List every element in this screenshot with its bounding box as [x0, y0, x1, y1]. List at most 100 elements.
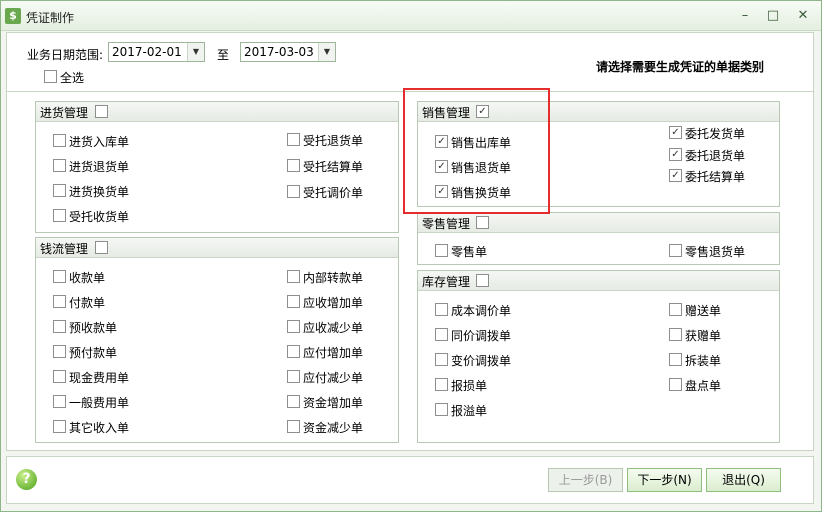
exit-button[interactable]: 退出(Q) — [706, 468, 781, 492]
item-checkbox[interactable] — [287, 320, 300, 333]
item-checkbox[interactable] — [435, 403, 448, 416]
date-range-label: 业务日期范围: — [27, 48, 104, 62]
item-label: 委托结算单 — [685, 170, 746, 184]
item-label: 拆装单 — [685, 354, 722, 368]
item-label: 受托收货单 — [69, 210, 130, 224]
cash-group: 钱流管理 — [35, 237, 399, 443]
select-all-checkbox[interactable] — [44, 70, 57, 83]
purchase-group-header: 进货管理 — [36, 102, 398, 122]
item-label: 进货入库单 — [69, 135, 130, 149]
item-checkbox[interactable] — [287, 270, 300, 283]
start-date-combo[interactable]: 2017-02-01 ▼ — [108, 42, 205, 62]
item-checkbox[interactable] — [53, 395, 66, 408]
item-label: 应收减少单 — [303, 321, 364, 335]
item-label: 变价调拨单 — [451, 354, 512, 368]
item-checkbox[interactable] — [435, 353, 448, 366]
item-checkbox[interactable] — [53, 270, 66, 283]
to-label: 至 — [217, 48, 230, 62]
item-checkbox[interactable] — [669, 169, 682, 182]
item-checkbox[interactable] — [287, 345, 300, 358]
purchase-group-checkbox[interactable] — [95, 105, 108, 118]
item-label: 同价调拨单 — [451, 329, 512, 343]
cash-group-title: 钱流管理 — [40, 242, 89, 256]
end-date-value: 2017-03-03 — [244, 45, 314, 59]
item-label: 受托结算单 — [303, 160, 364, 174]
retail-group-checkbox[interactable] — [476, 216, 489, 229]
app-bag-icon: $ — [5, 8, 21, 24]
item-label: 其它收入单 — [69, 421, 130, 435]
item-label: 内部转款单 — [303, 271, 364, 285]
item-checkbox[interactable] — [669, 328, 682, 341]
item-checkbox[interactable] — [435, 328, 448, 341]
chevron-down-icon[interactable]: ▼ — [318, 43, 335, 61]
item-label: 一般费用单 — [69, 396, 130, 410]
item-label: 收款单 — [69, 271, 106, 285]
item-label: 付款单 — [69, 296, 106, 310]
next-button[interactable]: 下一步(N) — [627, 468, 702, 492]
inventory-group-title: 库存管理 — [422, 275, 471, 289]
help-icon[interactable]: ? — [16, 469, 37, 490]
inventory-group-checkbox[interactable] — [476, 274, 489, 287]
item-label: 资金增加单 — [303, 396, 364, 410]
item-label: 盘点单 — [685, 379, 722, 393]
item-label: 报溢单 — [451, 404, 488, 418]
window-title: 凭证制作 — [26, 11, 75, 25]
purchase-group-title: 进货管理 — [40, 106, 89, 120]
item-checkbox[interactable] — [287, 370, 300, 383]
item-checkbox[interactable] — [669, 126, 682, 139]
item-checkbox[interactable] — [53, 159, 66, 172]
item-label: 成本调价单 — [451, 304, 512, 318]
item-checkbox[interactable] — [435, 378, 448, 391]
close-icon[interactable]: ✕ — [793, 7, 813, 25]
item-label: 受托退货单 — [303, 134, 364, 148]
item-checkbox[interactable] — [669, 353, 682, 366]
item-label: 预收款单 — [69, 321, 118, 335]
item-checkbox[interactable] — [53, 134, 66, 147]
item-checkbox[interactable] — [53, 295, 66, 308]
item-checkbox[interactable] — [287, 133, 300, 146]
item-checkbox[interactable] — [435, 244, 448, 257]
retail-group-title: 零售管理 — [422, 217, 471, 231]
item-label: 资金减少单 — [303, 421, 364, 435]
item-label: 受托调价单 — [303, 186, 364, 200]
item-label: 进货换货单 — [69, 185, 130, 199]
title-bar[interactable]: $ 凭证制作 – □ ✕ — [1, 1, 821, 31]
item-checkbox[interactable] — [669, 378, 682, 391]
item-label: 进货退货单 — [69, 160, 130, 174]
start-date-value: 2017-02-01 — [112, 45, 182, 59]
item-checkbox[interactable] — [669, 303, 682, 316]
item-checkbox[interactable] — [669, 244, 682, 257]
prev-button[interactable]: 上一步(B) — [548, 468, 623, 492]
cash-group-checkbox[interactable] — [95, 241, 108, 254]
item-checkbox[interactable] — [53, 345, 66, 358]
item-checkbox[interactable] — [435, 303, 448, 316]
item-checkbox[interactable] — [287, 159, 300, 172]
item-checkbox[interactable] — [669, 148, 682, 161]
maximize-icon[interactable]: □ — [763, 7, 783, 25]
item-checkbox[interactable] — [53, 320, 66, 333]
item-label: 零售退货单 — [685, 245, 746, 259]
item-checkbox[interactable] — [53, 370, 66, 383]
item-checkbox[interactable] — [287, 185, 300, 198]
item-label: 现金费用单 — [69, 371, 130, 385]
retail-group-header: 零售管理 — [418, 213, 779, 233]
minimize-icon[interactable]: – — [735, 7, 755, 25]
inventory-group-header: 库存管理 — [418, 271, 779, 291]
item-label: 赠送单 — [685, 304, 722, 318]
select-all-label: 全选 — [60, 71, 85, 85]
item-checkbox[interactable] — [287, 420, 300, 433]
item-checkbox[interactable] — [53, 420, 66, 433]
item-label: 预付款单 — [69, 346, 118, 360]
chevron-down-icon[interactable]: ▼ — [187, 43, 204, 61]
item-label: 委托发货单 — [685, 127, 746, 141]
item-checkbox[interactable] — [287, 295, 300, 308]
item-checkbox[interactable] — [287, 395, 300, 408]
item-label: 应收增加单 — [303, 296, 364, 310]
item-label: 应付减少单 — [303, 371, 364, 385]
item-checkbox[interactable] — [53, 184, 66, 197]
item-checkbox[interactable] — [53, 209, 66, 222]
cash-group-header: 钱流管理 — [36, 238, 398, 258]
end-date-combo[interactable]: 2017-03-03 ▼ — [240, 42, 336, 62]
sales-highlight-box — [403, 88, 550, 214]
item-label: 获赠单 — [685, 329, 722, 343]
